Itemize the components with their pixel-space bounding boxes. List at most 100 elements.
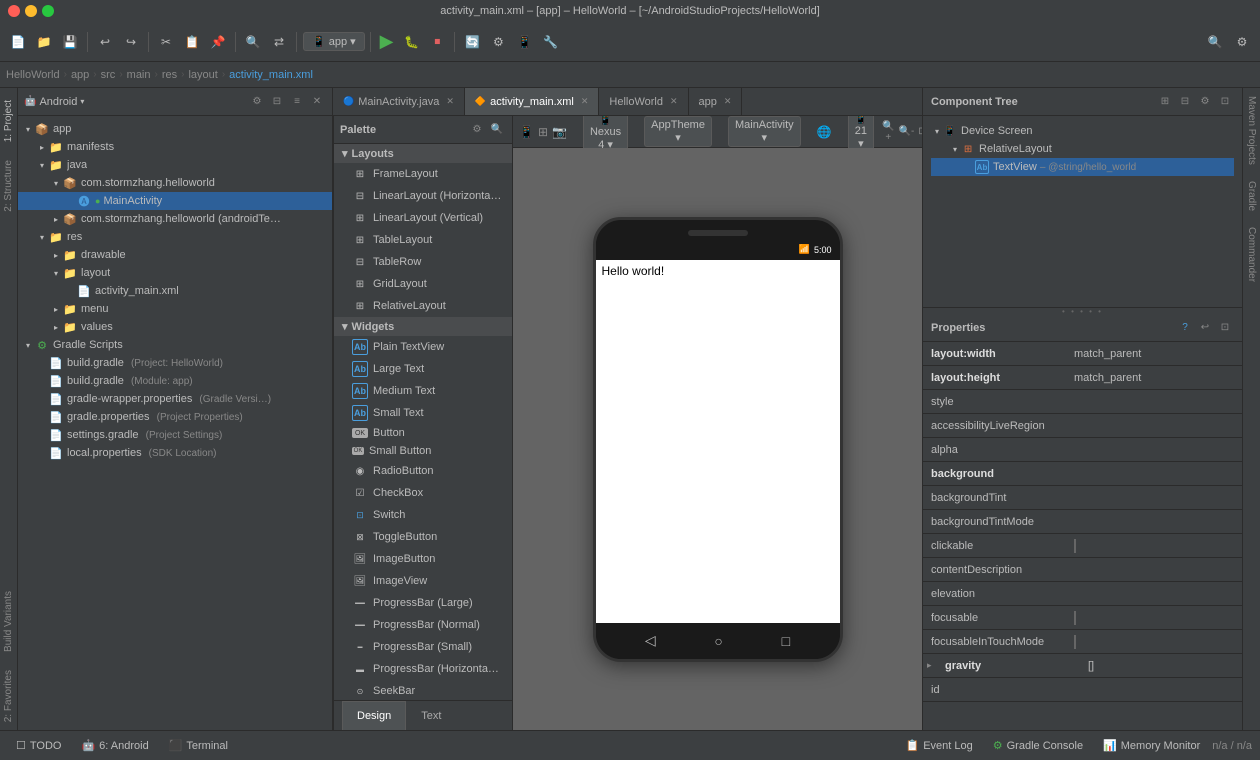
ct-filter-btn[interactable]: ⊡ — [1216, 93, 1234, 111]
palette-section-widgets[interactable]: ▾ Widgets — [334, 317, 512, 336]
tree-item-menu[interactable]: ▸ 📁 menu — [18, 300, 332, 318]
palette-item-progressbar-h[interactable]: ▬ ProgressBar (Horizonta… — [334, 658, 512, 680]
breadcrumb-main[interactable]: main — [127, 69, 151, 81]
terminal-btn[interactable]: ⬛ Terminal — [161, 739, 236, 752]
palette-settings-btn[interactable]: ⚙ — [468, 121, 486, 139]
side-tab-build-variants[interactable]: Build Variants — [1, 583, 16, 660]
gravity-expand[interactable]: ▸ — [923, 660, 937, 671]
palette-search-btn[interactable]: 🔍 — [488, 121, 506, 139]
prop-background[interactable]: background — [923, 462, 1242, 486]
props-filter-btn[interactable]: ⊡ — [1216, 319, 1234, 337]
event-log-btn[interactable]: 📋 Event Log — [898, 739, 981, 752]
focusable-checkbox[interactable] — [1074, 611, 1076, 625]
cut-btn[interactable]: ✂ — [154, 30, 178, 54]
close-tab-mainactivity[interactable]: ✕ — [446, 96, 454, 107]
tree-item-local-props[interactable]: 📄 local.properties (SDK Location) — [18, 444, 332, 462]
side-tab-project[interactable]: 1: Project — [1, 92, 16, 150]
memory-monitor-btn[interactable]: 📊 Memory Monitor — [1095, 739, 1208, 752]
breadcrumb-res[interactable]: res — [162, 69, 177, 81]
tree-item-drawable[interactable]: ▸ 📁 drawable — [18, 246, 332, 264]
palette-item-togglebutton[interactable]: ⊠ ToggleButton — [334, 526, 512, 548]
avd-btn[interactable]: 📱 — [512, 30, 536, 54]
tab-mainactivity[interactable]: 🔵 MainActivity.java ✕ — [333, 88, 465, 115]
prop-gravity[interactable]: ▸ gravity [] — [923, 654, 1242, 678]
text-tab[interactable]: Text — [406, 701, 456, 730]
sync-btn[interactable]: 🔄 — [460, 30, 484, 54]
tree-item-package-test[interactable]: ▸ 📦 com.stormzhang.helloworld (androidTe… — [18, 210, 332, 228]
app-selector[interactable]: 📱app▾ — [303, 32, 365, 51]
close-tab-activity-main[interactable]: ✕ — [581, 96, 589, 107]
ct-collapse-btn[interactable]: ⊟ — [1176, 93, 1194, 111]
todo-btn[interactable]: ☐ TODO — [8, 739, 69, 752]
palette-item-progressbar-large[interactable]: ━━ ProgressBar (Large) — [334, 592, 512, 614]
tree-item-gradle-wrapper[interactable]: 📄 gradle-wrapper.properties (Gradle Vers… — [18, 390, 332, 408]
palette-item-imagebutton[interactable]: 🖼 ImageButton — [334, 548, 512, 570]
prop-accessibility[interactable]: accessibilityLiveRegion — [923, 414, 1242, 438]
design-layout-btn[interactable]: ⊞ — [538, 123, 548, 141]
locale-btn[interactable]: 🌐 — [817, 123, 832, 141]
palette-item-imageview[interactable]: 🖼 ImageView — [334, 570, 512, 592]
prop-layout-height[interactable]: layout:height match_parent — [923, 366, 1242, 390]
close-tab-app[interactable]: ✕ — [724, 96, 732, 107]
tab-helloworld[interactable]: HelloWorld ✕ — [599, 88, 688, 115]
minimize-button[interactable] — [25, 5, 37, 17]
android-dropdown[interactable]: 🤖 Android ▾ — [24, 96, 84, 108]
tree-item-build-gradle-project[interactable]: 📄 build.gradle (Project: HelloWorld) — [18, 354, 332, 372]
ct-settings-btn[interactable]: ⚙ — [1196, 93, 1214, 111]
save-btn[interactable]: 💾 — [58, 30, 82, 54]
palette-item-tablelayout[interactable]: ⊞ TableLayout — [334, 229, 512, 251]
prop-elevation[interactable]: elevation — [923, 582, 1242, 606]
prop-alpha[interactable]: alpha — [923, 438, 1242, 462]
palette-item-tablerow[interactable]: ⊟ TableRow — [334, 251, 512, 273]
breadcrumb-src[interactable]: src — [101, 69, 116, 81]
tree-item-mainactivity[interactable]: 🅐 ● MainActivity — [18, 192, 332, 210]
ct-relativelayout[interactable]: ▾ ⊞ RelativeLayout — [931, 140, 1234, 158]
palette-item-framelayout[interactable]: ⊞ FrameLayout — [334, 163, 512, 185]
ct-expand-btn[interactable]: ⊞ — [1156, 93, 1174, 111]
project-settings-btn[interactable]: ⚙ — [248, 93, 266, 111]
clickable-checkbox[interactable] — [1074, 539, 1076, 553]
tree-item-settings-gradle[interactable]: 📄 settings.gradle (Project Settings) — [18, 426, 332, 444]
palette-item-checkbox[interactable]: ☑ CheckBox — [334, 482, 512, 504]
breadcrumb-layout[interactable]: layout — [188, 69, 217, 81]
side-tab-structure[interactable]: 2: Structure — [1, 152, 16, 220]
tree-item-res[interactable]: ▾ 📁 res — [18, 228, 332, 246]
ct-device-screen[interactable]: ▾ 📱 Device Screen — [931, 122, 1234, 140]
palette-item-seekbar[interactable]: ⊙ SeekBar — [334, 680, 512, 700]
tree-item-values[interactable]: ▸ 📁 values — [18, 318, 332, 336]
palette-item-progressbar-small[interactable]: ━ ProgressBar (Small) — [334, 636, 512, 658]
paste-btn[interactable]: 📌 — [206, 30, 230, 54]
gradle-console-btn[interactable]: ⚙ Gradle Console — [985, 739, 1091, 752]
project-close-btn[interactable]: ✕ — [308, 93, 326, 111]
replace-btn[interactable]: ⇄ — [267, 30, 291, 54]
breadcrumb-activity-main[interactable]: activity_main.xml — [229, 69, 313, 81]
maximize-button[interactable] — [42, 5, 54, 17]
tab-activity-main-xml[interactable]: 🔶 activity_main.xml ✕ — [465, 88, 600, 115]
right-tab-gradle[interactable]: Gradle — [1244, 173, 1259, 219]
palette-item-button[interactable]: OK Button — [334, 424, 512, 442]
tree-item-activity-main-xml[interactable]: 📄 activity_main.xml — [18, 282, 332, 300]
palette-item-progressbar-normal[interactable]: ━━ ProgressBar (Normal) — [334, 614, 512, 636]
project-more-btn[interactable]: ≡ — [288, 93, 306, 111]
search-btn[interactable]: 🔍 — [241, 30, 265, 54]
tree-item-layout[interactable]: ▾ 📁 layout — [18, 264, 332, 282]
right-tab-commander[interactable]: Commander — [1244, 219, 1259, 290]
props-undo-btn[interactable]: ↩ — [1196, 319, 1214, 337]
palette-item-small-text[interactable]: Ab Small Text — [334, 402, 512, 424]
tree-item-package[interactable]: ▾ 📦 com.stormzhang.helloworld — [18, 174, 332, 192]
palette-item-medium-text[interactable]: Ab Medium Text — [334, 380, 512, 402]
palette-item-linearlayout-v[interactable]: ⊞ LinearLayout (Vertical) — [334, 207, 512, 229]
ct-textview[interactable]: Ab TextView – @string/hello_world — [931, 158, 1234, 176]
side-tab-favorites[interactable]: 2: Favorites — [1, 662, 16, 730]
stop-btn[interactable]: ⏹ — [425, 30, 449, 54]
palette-item-radiobutton[interactable]: ◉ RadioButton — [334, 460, 512, 482]
run-button[interactable]: ▶ — [376, 31, 398, 52]
design-sync-btn[interactable]: 📱 — [519, 123, 534, 141]
tree-item-java[interactable]: ▾ 📁 java — [18, 156, 332, 174]
open-btn[interactable]: 📁 — [32, 30, 56, 54]
prop-contentdescription[interactable]: contentDescription — [923, 558, 1242, 582]
design-screenshot-btn[interactable]: 📷 — [552, 123, 567, 141]
android-btn[interactable]: 🤖 6: Android — [73, 739, 156, 752]
theme-selector[interactable]: AppTheme ▾ — [644, 116, 712, 147]
palette-item-relativelayout[interactable]: ⊞ RelativeLayout — [334, 295, 512, 317]
